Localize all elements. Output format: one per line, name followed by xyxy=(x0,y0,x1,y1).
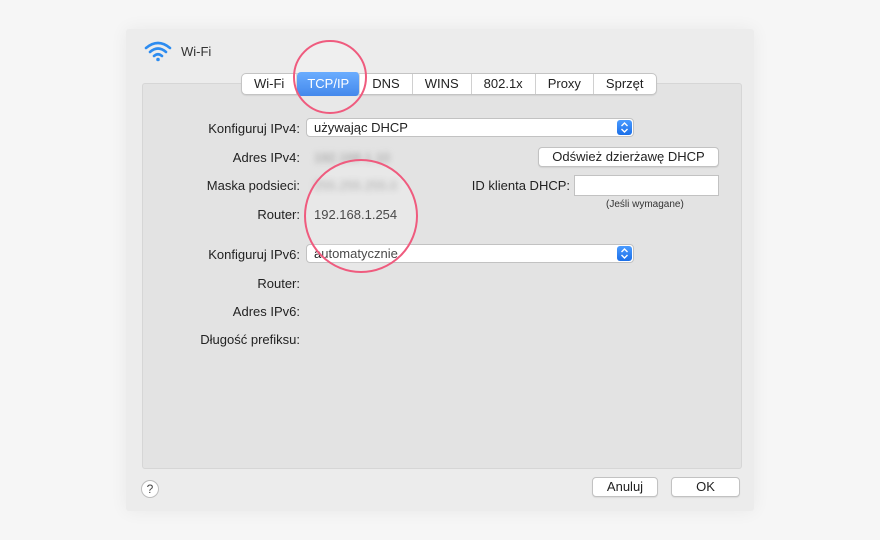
tab-wins[interactable]: WINS xyxy=(413,74,472,94)
configure-ipv6-value: automatycznie xyxy=(314,246,398,261)
renew-dhcp-lease-button[interactable]: Odśwież dzierżawę DHCP xyxy=(538,147,719,167)
dhcp-client-id-label: ID klienta DHCP: xyxy=(471,178,570,193)
configure-ipv6-select[interactable]: automatycznie xyxy=(306,244,634,263)
ipv6-address-label: Adres IPv6: xyxy=(232,304,300,319)
help-icon: ? xyxy=(146,482,154,496)
subnet-mask-label: Maska podsieci: xyxy=(206,178,300,193)
ipv4-address-value: 192.168.1.10 xyxy=(314,150,390,165)
router-ipv6-label: Router: xyxy=(257,276,300,291)
cancel-button[interactable]: Anuluj xyxy=(592,477,658,497)
router-ipv4-label: Router: xyxy=(257,207,300,222)
ok-button[interactable]: OK xyxy=(671,477,740,497)
configure-ipv4-select[interactable]: używając DHCP xyxy=(306,118,634,137)
tab-dns[interactable]: DNS xyxy=(360,74,413,94)
tab-wifi[interactable]: Wi-Fi xyxy=(242,74,298,94)
updown-arrows-icon xyxy=(617,246,632,261)
dhcp-client-id-field[interactable] xyxy=(574,175,719,196)
ipv4-address-label: Adres IPv4: xyxy=(232,150,300,165)
subnet-mask-value: 255.255.255.0 xyxy=(314,178,398,193)
tab-8021x[interactable]: 802.1x xyxy=(472,74,536,94)
tab-tcpip[interactable]: TCP/IP xyxy=(297,72,361,96)
configure-ipv6-label: Konfiguruj IPv6: xyxy=(208,247,300,262)
configure-ipv4-label: Konfiguruj IPv4: xyxy=(208,121,300,136)
help-button[interactable]: ? xyxy=(141,480,159,498)
tab-proxy[interactable]: Proxy xyxy=(536,74,594,94)
window-title: Wi-Fi xyxy=(181,44,212,59)
router-ipv4-value: 192.168.1.254 xyxy=(314,207,398,222)
tab-bar: Wi-Fi TCP/IP DNS WINS 802.1x Proxy Sprzę… xyxy=(241,72,657,96)
updown-arrows-icon xyxy=(617,120,632,135)
dhcp-client-id-hint: (Jeśli wymagane) xyxy=(606,199,684,210)
wifi-icon xyxy=(144,41,172,62)
tab-hardware[interactable]: Sprzęt xyxy=(594,74,656,94)
configure-ipv4-value: używając DHCP xyxy=(314,120,408,135)
tcpip-panel xyxy=(142,83,742,469)
prefix-length-label: Długość prefiksu: xyxy=(200,332,300,347)
